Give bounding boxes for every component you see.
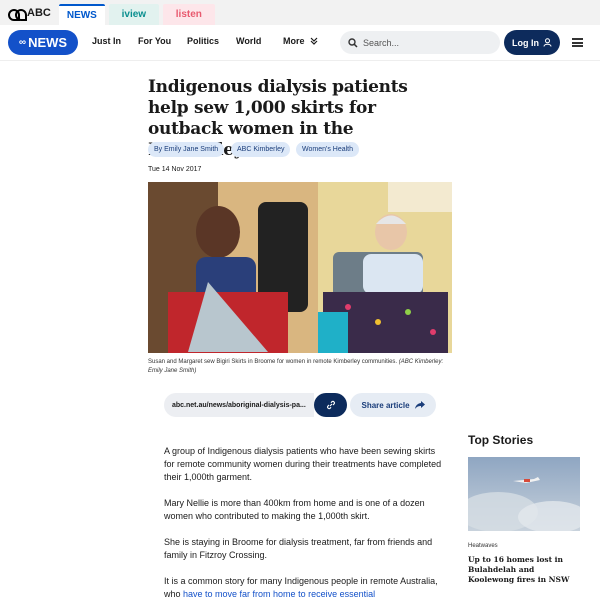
main-nav: ∞ NEWS Just In For You Politics World Mo… [0, 25, 600, 61]
network-tab-iview[interactable]: iview [108, 4, 159, 25]
user-icon [543, 38, 552, 47]
abc-logo-text: ABC [27, 6, 51, 19]
nav-more-button[interactable]: More [283, 36, 318, 46]
share-arrow-icon [414, 401, 425, 409]
network-tab-news[interactable]: NEWS [58, 4, 105, 25]
nav-link-for-you[interactable]: For You [138, 36, 171, 46]
topic-tag[interactable]: Women's Health [296, 142, 360, 157]
article-paragraph-4: It is a common story for many Indigenous… [164, 575, 444, 600]
article-paragraph-3: She is staying in Broome for dialysis tr… [164, 537, 433, 560]
search-placeholder: Search... [363, 37, 400, 48]
inline-article-link[interactable]: have to move far from home to receive es… [183, 589, 375, 599]
top-stories-heading: Top Stories [468, 433, 534, 447]
nav-link-politics[interactable]: Politics [187, 36, 219, 46]
abc-news-logo[interactable]: ∞ NEWS [8, 30, 78, 55]
link-icon [326, 400, 335, 410]
network-tab-listen[interactable]: listen [162, 4, 215, 25]
top-story-image[interactable] [468, 457, 580, 531]
author-tag[interactable]: By Emily Jane Smith [148, 142, 225, 157]
login-label: Log In [512, 37, 539, 48]
article-paragraph-2: Mary Nellie is more than 400km from home… [164, 498, 425, 521]
share-article-button[interactable]: Share article [350, 393, 436, 417]
copy-link-button[interactable] [314, 393, 347, 417]
share-article-label: Share article [361, 400, 410, 410]
network-bar: ABC NEWS iview listen [0, 0, 600, 25]
caption-text: Susan and Margaret sew Bigiri Skirts in … [148, 359, 398, 365]
nav-link-just-in[interactable]: Just In [92, 36, 121, 46]
search-input[interactable]: Search... [340, 31, 500, 54]
search-icon [348, 37, 358, 48]
abc-lissajous-icon [8, 8, 27, 21]
abc-news-logo-text: NEWS [28, 35, 68, 50]
top-story-tag[interactable]: Heatwaves [468, 543, 498, 549]
hamburger-menu-icon[interactable] [572, 38, 583, 47]
publish-date: Tue 14 Nov 2017 [148, 166, 202, 173]
nav-more-label: More [283, 36, 305, 46]
share-url-field[interactable]: abc.net.au/news/aboriginal-dialysis-pa..… [164, 393, 314, 417]
top-story-title[interactable]: Up to 16 homes lost in Bulahdelah and Ko… [468, 555, 580, 585]
abc-logo[interactable]: ABC [0, 0, 59, 25]
nav-link-world[interactable]: World [236, 36, 261, 46]
hero-image [148, 182, 452, 353]
location-tag[interactable]: ABC Kimberley [231, 142, 291, 157]
article-paragraph-1: A group of Indigenous dialysis patients … [164, 446, 442, 482]
login-button[interactable]: Log In [504, 30, 560, 55]
chevron-double-down-icon [310, 37, 317, 45]
image-caption: Susan and Margaret sew Bigiri Skirts in … [148, 358, 448, 376]
abc-mark-icon: ∞ [18, 37, 26, 48]
